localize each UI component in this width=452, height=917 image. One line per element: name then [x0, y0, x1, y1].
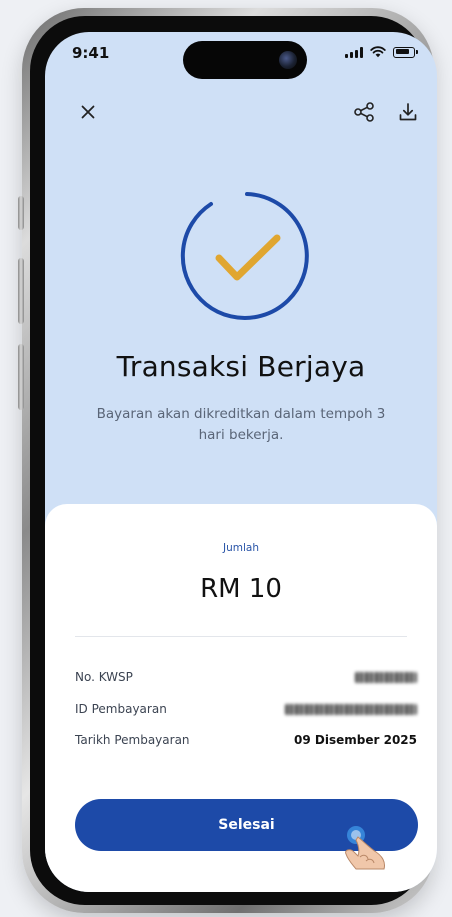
- share-button[interactable]: [350, 98, 378, 126]
- cellular-signal-icon: [345, 46, 363, 58]
- download-icon: [399, 103, 417, 121]
- row-label: Tarikh Pembayaran: [75, 733, 190, 747]
- redacted-kwsp-number: [355, 671, 417, 683]
- close-icon: [81, 105, 95, 119]
- close-button[interactable]: [74, 98, 102, 126]
- row-label: No. KWSP: [75, 670, 133, 684]
- success-check-icon: [180, 192, 309, 320]
- status-bar: 9:41: [45, 32, 437, 79]
- row-label: ID Pembayaran: [75, 702, 167, 716]
- success-badge: [173, 182, 321, 330]
- download-button[interactable]: [394, 98, 422, 126]
- status-time: 9:41: [72, 44, 110, 62]
- amount-label: Jumlah: [223, 542, 259, 554]
- success-subtitle: Bayaran akan dikreditkan dalam tempoh 3 …: [96, 406, 386, 443]
- payment-date-value: 09 Disember 2025: [294, 733, 417, 747]
- front-camera: [279, 51, 297, 69]
- row-payment-id: ID Pembayaran: [75, 699, 417, 719]
- wifi-icon: [370, 46, 386, 58]
- volume-up-button: [18, 258, 24, 324]
- silent-switch: [18, 196, 24, 230]
- share-icon: [354, 102, 374, 122]
- battery-icon: [393, 46, 418, 58]
- dynamic-island: [183, 41, 307, 79]
- app-screen: 9:41 Transaksi Berjaya Bayaran akan dikr…: [45, 32, 437, 892]
- tap-hand-icon: [345, 826, 385, 870]
- row-kwsp-number: No. KWSP: [75, 667, 417, 687]
- volume-down-button: [18, 344, 24, 410]
- status-icons: [345, 46, 418, 58]
- success-title: Transaksi Berjaya: [116, 350, 366, 383]
- row-payment-date: Tarikh Pembayaran 09 Disember 2025: [75, 730, 417, 750]
- summary-divider: [75, 636, 407, 637]
- amount-value: RM 10: [200, 574, 282, 604]
- redacted-payment-id: [285, 703, 417, 715]
- done-button-label: Selesai: [218, 817, 275, 833]
